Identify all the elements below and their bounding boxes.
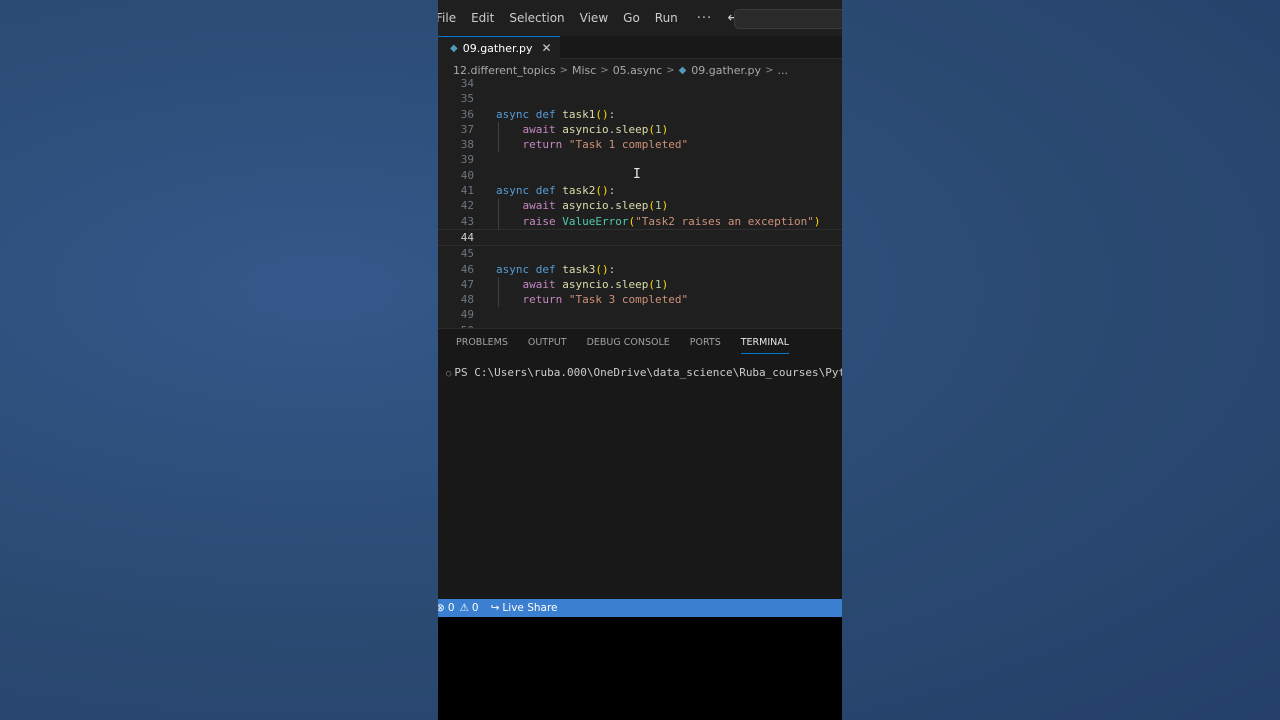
breadcrumb-item[interactable]: ...	[777, 64, 788, 77]
tab-terminal[interactable]: TERMINAL	[740, 337, 790, 354]
line-number: 38	[460, 138, 474, 152]
code-line[interactable]: 41 async def task2():	[438, 183, 842, 198]
line-number: 37	[460, 122, 474, 136]
menu-file[interactable]: File	[438, 11, 465, 25]
code-text: return "Task 1 completed"	[522, 138, 689, 152]
code-line[interactable]: 35	[438, 91, 842, 106]
line-number: 41	[460, 184, 474, 198]
line-number: 46	[460, 262, 474, 276]
tab-debug-console[interactable]: DEBUG CONSOLE	[587, 337, 670, 354]
menu-run[interactable]: Run	[646, 11, 687, 25]
chevron-right-icon: >	[600, 64, 609, 76]
breadcrumb-item[interactable]: 09.gather.py	[691, 64, 761, 77]
warning-icon: ⚠	[459, 602, 469, 614]
code-line[interactable]: 37 await asyncio.sleep(1)	[438, 121, 842, 138]
editor-tab-bar: ◆ 09.gather.py ✕	[438, 36, 842, 59]
line-number: 36	[460, 107, 474, 121]
status-bar: ⊗ 0 ⚠ 0 ↪ Live Share	[438, 599, 842, 617]
circle-icon: ○	[446, 369, 452, 379]
code-line[interactable]: 43 raise ValueError("Task2 raises an exc…	[438, 213, 842, 229]
tab-problems[interactable]: PROBLEMS	[456, 337, 508, 354]
tab-output[interactable]: OUTPUT	[528, 337, 567, 354]
line-number: 48	[460, 293, 474, 307]
code-text: async def task1():	[496, 107, 616, 121]
error-icon: ⊗	[438, 602, 445, 614]
bottom-panel: PROBLEMS OUTPUT DEBUG CONSOLE PORTS TERM…	[438, 328, 842, 600]
breadcrumb-item[interactable]: Misc	[572, 64, 596, 77]
menu-view[interactable]: View	[571, 11, 617, 25]
code-text: await asyncio.sleep(1)	[522, 199, 669, 213]
close-icon[interactable]: ✕	[541, 41, 551, 55]
code-line[interactable]: 36 async def task1():	[438, 107, 842, 122]
code-line[interactable]: 47 await asyncio.sleep(1)	[438, 276, 842, 293]
live-share-label: Live Share	[502, 602, 558, 614]
tab-09-gather-py[interactable]: ◆ 09.gather.py ✕	[438, 36, 560, 59]
code-text: async def task2():	[496, 184, 616, 198]
chevron-right-icon: >	[765, 64, 774, 76]
problems-status[interactable]: ⊗ 0 ⚠ 0	[438, 602, 479, 614]
code-line[interactable]: 34	[438, 76, 842, 91]
code-line[interactable]: 45	[438, 246, 842, 261]
code-line[interactable]: 38 return "Task 1 completed"	[438, 137, 842, 153]
text-cursor-icon: I	[633, 167, 641, 182]
menu-selection[interactable]: Selection	[500, 11, 573, 25]
menu-bar: File Edit Selection View Go Run ··· ← →	[438, 0, 842, 36]
code-line[interactable]: 48 return "Task 3 completed"	[438, 292, 842, 308]
panel-tabs: PROBLEMS OUTPUT DEBUG CONSOLE PORTS TERM…	[456, 337, 790, 354]
vscode-window: File Edit Selection View Go Run ··· ← → …	[438, 0, 842, 720]
code-text: await asyncio.sleep(1)	[522, 122, 669, 136]
terminal-prompt[interactable]: ○ PS C:\Users\ruba.000\OneDrive\data_scie…	[446, 366, 842, 379]
code-text: return "Task 3 completed"	[522, 293, 689, 307]
black-area	[438, 617, 842, 720]
code-text: async def task3():	[496, 262, 616, 276]
menu-edit[interactable]: Edit	[462, 11, 503, 25]
line-number: 42	[460, 199, 474, 213]
code-text: await asyncio.sleep(1)	[522, 277, 669, 291]
python-file-icon: ◆	[450, 42, 458, 54]
error-count: 0	[447, 602, 455, 614]
line-number: 35	[460, 92, 474, 106]
line-number: 40	[460, 168, 474, 182]
line-number: 34	[460, 77, 474, 90]
code-editor[interactable]: 34 35 36 async def task1(): 37 await asyncio…	[438, 76, 842, 328]
live-share-button[interactable]: ↪ Live Share	[491, 602, 558, 614]
python-file-icon: ◆	[678, 64, 687, 76]
line-number: 44	[460, 230, 474, 244]
code-line[interactable]: 46 async def task3():	[438, 262, 842, 277]
code-line[interactable]: 42 await asyncio.sleep(1)	[438, 198, 842, 214]
terminal-text: PS C:\Users\ruba.000\OneDrive\data_scien…	[454, 366, 842, 379]
code-text: raise ValueError("Task2 raises an except…	[522, 214, 821, 228]
line-number: 45	[460, 247, 474, 261]
warning-count: 0	[471, 602, 479, 614]
menu-go[interactable]: Go	[614, 11, 649, 25]
line-number: 49	[460, 308, 474, 322]
live-share-icon: ↪	[490, 602, 500, 614]
more-menu-icon[interactable]: ···	[687, 11, 722, 26]
tab-ports[interactable]: PORTS	[690, 337, 721, 354]
code-line[interactable]: 39	[438, 152, 842, 167]
code-line[interactable]: 49	[438, 307, 842, 322]
command-center-search[interactable]	[734, 9, 842, 29]
tab-label: 09.gather.py	[462, 41, 533, 55]
breadcrumb-item[interactable]: 05.async	[613, 64, 663, 77]
code-line[interactable]: 44	[438, 228, 842, 247]
chevron-right-icon: >	[666, 64, 675, 76]
breadcrumb-item[interactable]: 12.different_topics	[453, 64, 556, 77]
line-number: 39	[460, 153, 474, 167]
line-number: 43	[460, 214, 474, 228]
line-number: 47	[460, 277, 474, 291]
chevron-right-icon: >	[559, 64, 568, 76]
